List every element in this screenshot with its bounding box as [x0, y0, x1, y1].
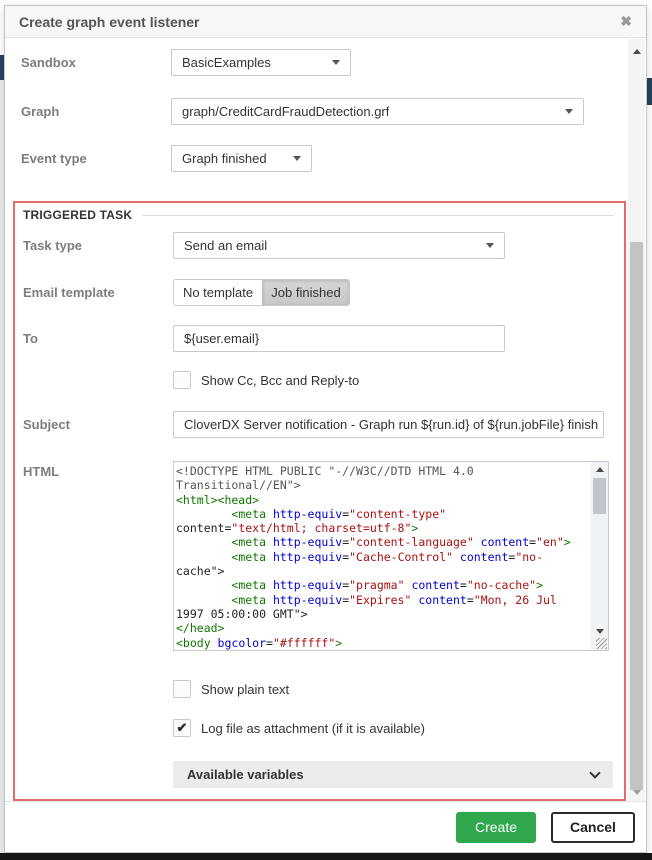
email-template-label: Email template: [23, 285, 115, 300]
show-cc-checkbox[interactable]: [173, 371, 191, 389]
task-type-value: Send an email: [184, 238, 267, 253]
log-attachment-row: ✔ Log file as attachment (if it is avail…: [173, 719, 425, 737]
resize-grip-icon[interactable]: [596, 638, 607, 649]
show-plain-text-row: Show plain text: [173, 680, 289, 698]
dialog-footer: Create Cancel: [5, 801, 646, 852]
create-button[interactable]: Create: [456, 812, 536, 843]
scroll-down-icon[interactable]: [628, 785, 645, 799]
triggered-task-legend: TRIGGERED TASK: [23, 208, 614, 222]
editor-scroll-thumb[interactable]: [593, 478, 606, 514]
job-finished-button[interactable]: Job finished: [262, 280, 349, 305]
sandbox-value: BasicExamples: [182, 55, 271, 70]
event-type-value: Graph finished: [182, 151, 267, 166]
no-template-button[interactable]: No template: [174, 280, 262, 305]
graph-select[interactable]: graph/CreditCardFraudDetection.grf: [171, 98, 584, 125]
event-type-select[interactable]: Graph finished: [171, 145, 312, 172]
subject-value: CloverDX Server notification - Graph run…: [184, 417, 598, 432]
dialog-scrollbar[interactable]: [628, 39, 645, 801]
subject-input[interactable]: CloverDX Server notification - Graph run…: [173, 411, 604, 438]
html-label: HTML: [23, 464, 59, 479]
cancel-button[interactable]: Cancel: [551, 812, 635, 843]
create-graph-event-listener-dialog: Create graph event listener ✖ Sandbox Ba…: [4, 5, 647, 853]
editor-scrollbar[interactable]: [591, 462, 608, 650]
sandbox-label: Sandbox: [21, 55, 76, 70]
dialog-header: Create graph event listener ✖: [5, 6, 646, 38]
html-code-editor[interactable]: <!DOCTYPE HTML PUBLIC "-//W3C//DTD HTML …: [173, 461, 609, 651]
sandbox-select[interactable]: BasicExamples: [171, 49, 351, 76]
log-attachment-checkbox[interactable]: ✔: [173, 719, 191, 737]
chevron-down-icon: [293, 156, 301, 161]
triggered-task-section: TRIGGERED TASK Task type Send an email E…: [13, 201, 626, 801]
chevron-down-icon: [589, 767, 600, 778]
background-page-sliver-right: [647, 78, 652, 105]
scroll-down-icon[interactable]: [591, 624, 608, 638]
triggered-task-title: TRIGGERED TASK: [23, 208, 132, 222]
dialog-scroll-thumb[interactable]: [630, 242, 643, 790]
available-variables-accordion[interactable]: Available variables: [173, 761, 613, 788]
graph-value: graph/CreditCardFraudDetection.grf: [182, 104, 389, 119]
show-cc-row: Show Cc, Bcc and Reply-to: [173, 371, 359, 389]
email-template-toggle: No template Job finished: [173, 279, 350, 306]
subject-label: Subject: [23, 417, 70, 432]
task-type-select[interactable]: Send an email: [173, 232, 505, 259]
to-label: To: [23, 331, 38, 346]
scroll-up-icon[interactable]: [628, 44, 645, 58]
show-plain-text-label: Show plain text: [201, 682, 289, 697]
code-content[interactable]: <!DOCTYPE HTML PUBLIC "-//W3C//DTD HTML …: [174, 462, 591, 650]
dialog-body: Sandbox BasicExamples Graph graph/Credit…: [5, 38, 646, 801]
to-value: ${user.email}: [184, 331, 259, 346]
show-cc-label: Show Cc, Bcc and Reply-to: [201, 373, 359, 388]
chevron-down-icon: [332, 60, 340, 65]
available-variables-label: Available variables: [187, 767, 304, 782]
background-bottom-bar: [0, 853, 652, 860]
close-icon[interactable]: ✖: [620, 13, 632, 30]
task-type-label: Task type: [23, 238, 82, 253]
legend-divider: [142, 215, 614, 216]
chevron-down-icon: [565, 109, 573, 114]
to-input[interactable]: ${user.email}: [173, 325, 505, 352]
chevron-down-icon: [486, 243, 494, 248]
dialog-title: Create graph event listener: [19, 14, 200, 30]
graph-label: Graph: [21, 104, 59, 119]
show-plain-text-checkbox[interactable]: [173, 680, 191, 698]
scroll-up-icon[interactable]: [591, 462, 608, 476]
log-attachment-label: Log file as attachment (if it is availab…: [201, 721, 425, 736]
event-type-label: Event type: [21, 151, 87, 166]
